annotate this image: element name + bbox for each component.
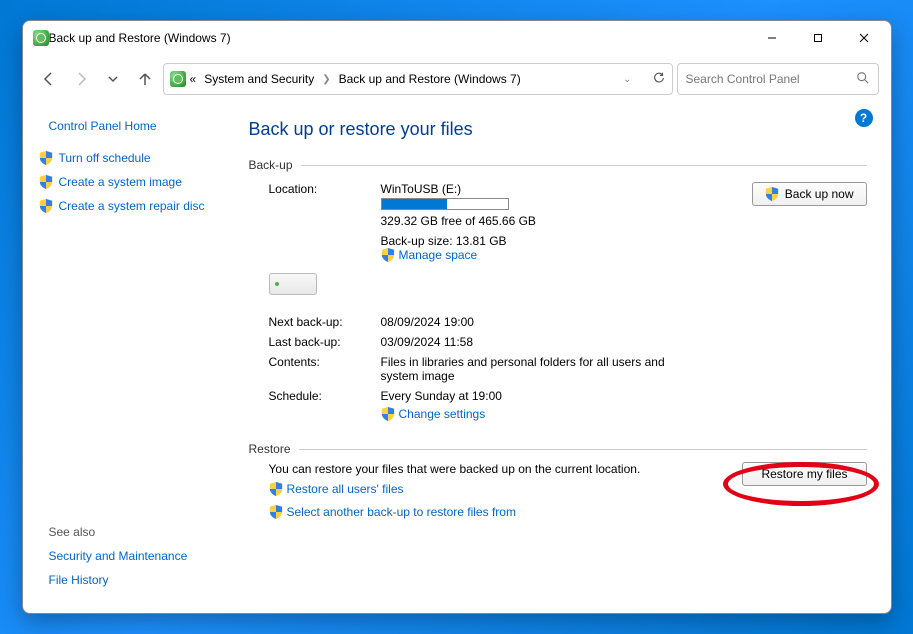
change-settings-link[interactable]: Change settings: [381, 407, 486, 421]
sidebar-file-history[interactable]: File History: [49, 573, 229, 587]
breadcrumb-item[interactable]: Back up and Restore (Windows 7): [335, 70, 525, 88]
chevron-down-icon[interactable]: ⌄: [623, 74, 631, 85]
shield-icon: [269, 505, 283, 519]
contents-label: Contents:: [269, 355, 373, 369]
restore-my-files-button[interactable]: Restore my files: [742, 462, 866, 486]
up-button[interactable]: [131, 65, 159, 93]
search-placeholder: Search Control Panel: [686, 72, 856, 86]
next-backup-label: Next back-up:: [269, 315, 373, 329]
backup-size-text: Back-up size: 13.81 GB: [381, 234, 744, 248]
shield-icon: [765, 187, 779, 201]
minimize-button[interactable]: [749, 23, 795, 53]
schedule-label: Schedule:: [269, 389, 373, 403]
shield-icon: [39, 151, 53, 165]
window-title: Back up and Restore (Windows 7): [49, 31, 749, 45]
help-icon[interactable]: ?: [855, 109, 873, 127]
breadcrumb-item[interactable]: System and Security: [200, 70, 318, 88]
search-icon: [856, 71, 870, 88]
location-label: Location:: [269, 182, 373, 196]
close-button[interactable]: [841, 23, 887, 53]
schedule-value: Every Sunday at 19:00: [381, 389, 744, 403]
next-backup-value: 08/09/2024 19:00: [381, 315, 744, 329]
restore-text: You can restore your files that were bac…: [269, 462, 723, 476]
select-another-backup-link[interactable]: Select another back-up to restore files …: [269, 505, 516, 519]
forward-button[interactable]: [67, 65, 95, 93]
shield-icon: [269, 482, 283, 496]
contents-value: Files in libraries and personal folders …: [381, 355, 701, 383]
restore-legend: Restore: [249, 442, 299, 456]
restore-all-users-link[interactable]: Restore all users' files: [269, 482, 404, 496]
chevron-right-icon: ❯: [322, 74, 330, 85]
maximize-button[interactable]: [795, 23, 841, 53]
app-icon: [33, 30, 49, 46]
control-panel-home-link[interactable]: Control Panel Home: [49, 119, 229, 133]
restore-section: Restore You can restore your files that …: [249, 442, 867, 522]
sidebar-turn-off-schedule[interactable]: Turn off schedule: [39, 151, 229, 165]
last-backup-value: 03/09/2024 11:58: [381, 335, 744, 349]
control-panel-window: Back up and Restore (Windows 7): [22, 20, 892, 614]
last-backup-label: Last back-up:: [269, 335, 373, 349]
breadcrumb-prefix: «: [190, 72, 197, 86]
free-space-text: 329.32 GB free of 465.66 GB: [381, 214, 744, 228]
shield-icon: [39, 175, 53, 189]
search-input[interactable]: Search Control Panel: [677, 63, 879, 95]
shield-icon: [381, 407, 395, 421]
manage-space-link[interactable]: Manage space: [381, 248, 478, 262]
backup-now-button[interactable]: Back up now: [752, 182, 867, 206]
recent-dropdown-button[interactable]: [99, 65, 127, 93]
shield-icon: [39, 199, 53, 213]
disk-usage-bar: [381, 198, 509, 210]
address-bar[interactable]: « System and Security ❯ Back up and Rest…: [163, 63, 673, 95]
addressbar-icon: [170, 71, 186, 87]
nav-toolbar: « System and Security ❯ Back up and Rest…: [23, 55, 891, 103]
backup-legend: Back-up: [249, 158, 301, 172]
sidebar-create-system-image[interactable]: Create a system image: [39, 175, 229, 189]
see-also-header: See also: [49, 525, 229, 539]
titlebar: Back up and Restore (Windows 7): [23, 21, 891, 55]
refresh-button[interactable]: [652, 71, 666, 88]
sidebar-create-repair-disc[interactable]: Create a system repair disc: [39, 199, 229, 213]
shield-icon: [381, 248, 395, 262]
main-content: Back up or restore your files Back-up Lo…: [241, 103, 891, 613]
back-button[interactable]: [35, 65, 63, 93]
sidebar-security-maintenance[interactable]: Security and Maintenance: [49, 549, 229, 563]
backup-section: Back-up Location: WinToUSB (E:) 329.32 G…: [249, 158, 867, 424]
drive-icon: [269, 273, 317, 295]
sidebar: Control Panel Home Turn off schedule Cre…: [23, 103, 241, 613]
page-heading: Back up or restore your files: [249, 119, 867, 140]
location-value: WinToUSB (E:): [381, 182, 744, 196]
